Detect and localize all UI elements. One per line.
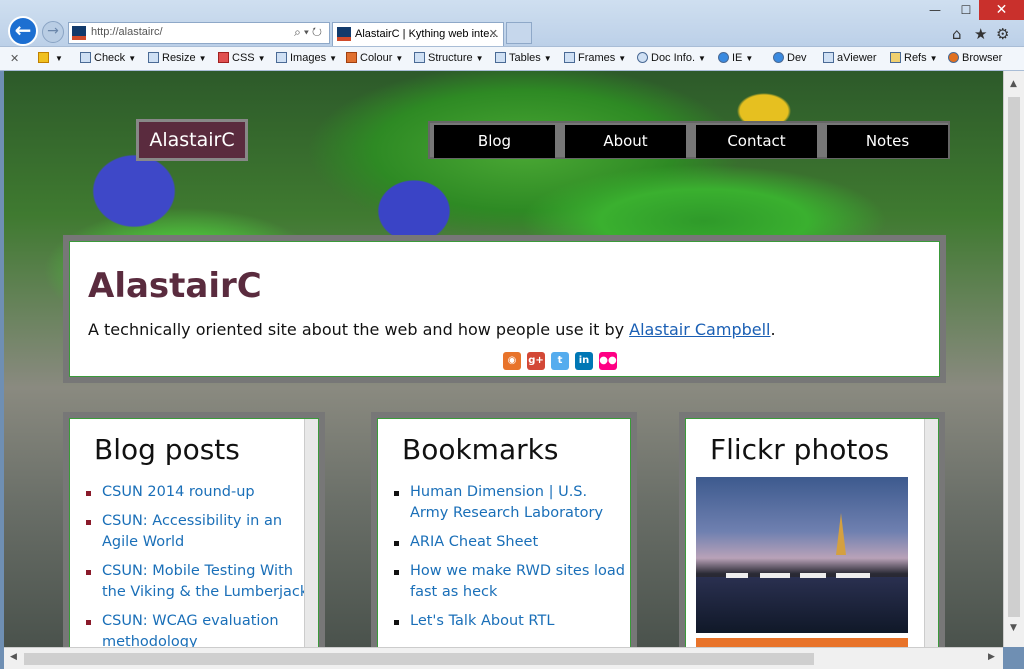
- toolbar-refs-button[interactable]: Refs ▼: [890, 52, 938, 64]
- tab-close-icon[interactable]: ✕: [489, 27, 498, 40]
- toolbar-aviewer-button[interactable]: aViewer: [823, 52, 877, 64]
- boat: [800, 573, 826, 578]
- tab-title: AlastairC | Kything web inte...: [355, 28, 499, 40]
- scroll-up-icon[interactable]: ▲: [1010, 79, 1017, 89]
- toolbar-images-button[interactable]: Images ▼: [276, 52, 337, 64]
- browser-chrome: ← → http://alastairc/ ⌕▾↻ AlastairC | Ky…: [0, 0, 1024, 71]
- bookmarks-item[interactable]: Human Dimension | U.S. Army Research Lab…: [394, 482, 630, 524]
- blog-posts-item[interactable]: CSUN: Mobile Testing With the Viking & t…: [86, 561, 318, 603]
- scroll-left-icon[interactable]: ◀: [10, 652, 17, 662]
- church-spire: [836, 513, 846, 555]
- toolbar-menu-button[interactable]: ▼: [38, 52, 63, 64]
- linkedin-icon[interactable]: in: [575, 352, 593, 370]
- harbour-water: [696, 577, 908, 633]
- blog-posts-item[interactable]: CSUN 2014 round-up: [86, 482, 318, 503]
- toolbar-frames-button[interactable]: Frames ▼: [564, 52, 626, 64]
- bookmarks-list: Human Dimension | U.S. Army Research Lab…: [394, 482, 630, 632]
- nav-contact[interactable]: Contact: [696, 125, 817, 158]
- address-bar[interactable]: http://alastairc/ ⌕▾↻: [68, 22, 330, 44]
- developer-toolbar: ✕ ▼ Check ▼ Resize ▼ CSS ▼ Images ▼ Colour ▼ …: [0, 46, 1024, 71]
- blog-posts-content: Blog posts CSUN 2014 round-up CSUN: Acces…: [69, 418, 319, 647]
- boat: [760, 573, 790, 578]
- vertical-scrollbar[interactable]: ▲ ▼: [1003, 71, 1024, 647]
- flickr-heading: Flickr photos: [710, 433, 890, 466]
- boat: [836, 573, 870, 578]
- flickr-icon[interactable]: ●●: [599, 352, 617, 370]
- google-plus-icon[interactable]: g+: [527, 352, 545, 370]
- flickr-photo-next[interactable]: [696, 638, 908, 647]
- author-link[interactable]: Alastair Campbell: [629, 320, 770, 339]
- toolbar-ie-button[interactable]: IE ▼: [718, 52, 753, 64]
- flickr-photo-harbour[interactable]: [696, 477, 908, 633]
- flickr-scrollbar[interactable]: [924, 419, 938, 647]
- page-title: AlastairC: [88, 266, 262, 306]
- blog-posts-item[interactable]: CSUN: Accessibility in an Agile World: [86, 511, 318, 553]
- site-favicon-icon: [72, 26, 86, 40]
- bookmarks-item[interactable]: How we make RWD sites load fast as heck: [394, 561, 630, 603]
- close-window-button[interactable]: ✕: [979, 0, 1024, 20]
- twitter-icon[interactable]: t: [551, 352, 569, 370]
- intro-panel: AlastairC A technically oriented site ab…: [63, 235, 946, 383]
- toolbar-close-icon[interactable]: ✕: [10, 52, 19, 65]
- toolbar-resize-button[interactable]: Resize ▼: [148, 52, 207, 64]
- toolbar-browser-button[interactable]: Browser: [948, 52, 1002, 64]
- bookmarks-item[interactable]: Let's Talk About RTL: [394, 611, 630, 632]
- social-links: ◉ g+ t in ●●: [503, 348, 623, 370]
- main-navigation: Blog About Contact Notes: [428, 121, 950, 159]
- blog-posts-list: CSUN 2014 round-up CSUN: Accessibility in…: [86, 482, 318, 647]
- page-viewport: AlastairC Blog About Contact Notes Alast…: [4, 71, 1003, 647]
- settings-icon[interactable]: ⚙: [996, 25, 1009, 43]
- bookmarks-content: Bookmarks Human Dimension | U.S. Army Re…: [377, 418, 631, 647]
- nav-about[interactable]: About: [565, 125, 686, 158]
- scroll-down-icon[interactable]: ▼: [1010, 623, 1017, 633]
- toolbar-doc-info-button[interactable]: Doc Info. ▼: [637, 52, 706, 64]
- blog-posts-item[interactable]: CSUN: WCAG evaluation methodology: [86, 611, 318, 647]
- minimize-button[interactable]: —: [920, 0, 950, 20]
- toolbar-colour-button[interactable]: Colour ▼: [346, 52, 403, 64]
- nav-notes[interactable]: Notes: [827, 125, 948, 158]
- blog-posts-scrollbar[interactable]: [304, 419, 318, 647]
- site-tagline: A technically oriented site about the we…: [88, 320, 776, 339]
- search-refresh-icons[interactable]: ⌕▾↻: [294, 25, 325, 40]
- toolbar-structure-button[interactable]: Structure ▼: [414, 52, 484, 64]
- toolbar-css-button[interactable]: CSS ▼: [218, 52, 266, 64]
- toolbar-dev-button[interactable]: Dev: [773, 52, 807, 64]
- horizontal-scroll-thumb[interactable]: [24, 653, 814, 665]
- maximize-button[interactable]: ☐: [952, 0, 980, 20]
- site-brand-logo[interactable]: AlastairC: [136, 119, 248, 161]
- toolbar-tables-button[interactable]: Tables ▼: [495, 52, 552, 64]
- tab-active[interactable]: AlastairC | Kything web inte... ✕: [332, 22, 504, 46]
- blogger-icon[interactable]: ◉: [503, 352, 521, 370]
- home-icon[interactable]: ⌂: [952, 25, 962, 43]
- horizontal-scrollbar[interactable]: ◀ ▶: [4, 647, 1003, 669]
- flickr-panel: Flickr photos: [679, 412, 945, 647]
- boat: [726, 573, 748, 578]
- vertical-scroll-thumb[interactable]: [1008, 97, 1020, 617]
- blog-posts-panel: Blog posts CSUN 2014 round-up CSUN: Acces…: [63, 412, 325, 647]
- browser-navbar: ← → http://alastairc/ ⌕▾↻ AlastairC | Ky…: [0, 0, 1024, 46]
- bookmarks-item[interactable]: ARIA Cheat Sheet: [394, 532, 630, 553]
- forward-button[interactable]: →: [42, 21, 64, 43]
- tab-favicon-icon: [337, 27, 351, 41]
- blog-posts-heading: Blog posts: [94, 433, 240, 466]
- bookmarks-heading: Bookmarks: [402, 433, 559, 466]
- flickr-content: Flickr photos: [685, 418, 939, 647]
- back-button[interactable]: ←: [8, 16, 38, 46]
- new-tab-button[interactable]: [506, 22, 532, 44]
- toolbar-check-button[interactable]: Check ▼: [80, 52, 136, 64]
- nav-blog[interactable]: Blog: [434, 125, 555, 158]
- scroll-right-icon[interactable]: ▶: [988, 652, 995, 662]
- bookmarks-panel: Bookmarks Human Dimension | U.S. Army Re…: [371, 412, 637, 647]
- address-text: http://alastairc/: [91, 26, 163, 38]
- favorites-icon[interactable]: ★: [974, 25, 987, 43]
